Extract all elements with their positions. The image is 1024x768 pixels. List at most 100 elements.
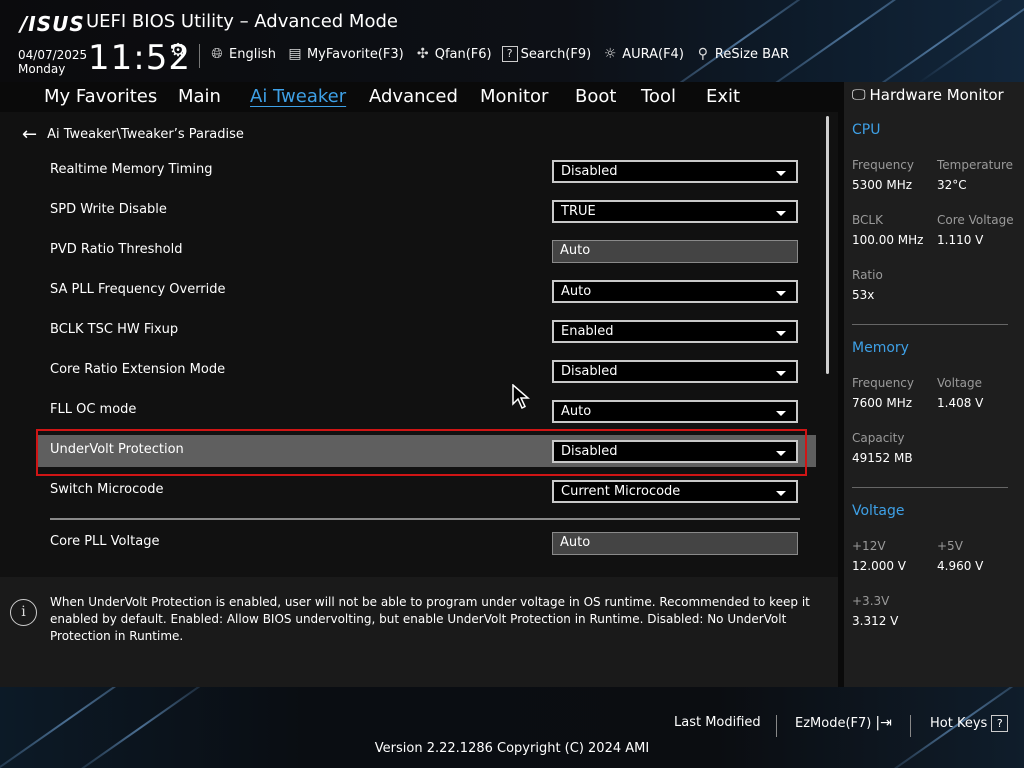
resize-bar-button[interactable]: ⚲ ReSize BAR: [694, 46, 789, 62]
tab-advanced[interactable]: Advanced: [369, 86, 458, 107]
chevron-down-icon: [776, 411, 786, 416]
cpu-temperature-label: Temperature: [937, 158, 1014, 172]
realtime-memory-timing-dropdown[interactable]: Disabled: [552, 160, 798, 183]
last-modified-button[interactable]: Last Modified: [674, 715, 761, 730]
gear-icon[interactable]: ⚙: [170, 40, 186, 61]
aura-button[interactable]: ☼ AURA(F4): [601, 46, 684, 62]
section-divider: [50, 518, 800, 520]
day-text: Monday: [18, 62, 66, 76]
core-ratio-extension-mode-dropdown[interactable]: Disabled: [552, 360, 798, 383]
aura-icon: ☼: [603, 46, 617, 62]
setting-row-spd-write-disable[interactable]: SPD Write Disable TRUE: [38, 195, 816, 227]
spd-write-disable-dropdown[interactable]: TRUE: [552, 200, 798, 223]
ratio-label: Ratio: [852, 268, 883, 282]
language-label: English: [229, 46, 276, 62]
setting-row-switch-microcode[interactable]: Switch Microcode Current Microcode: [38, 475, 816, 507]
ratio-value: 53x: [852, 288, 875, 302]
tab-exit[interactable]: Exit: [706, 86, 740, 107]
version-text: Version 2.22.1286 Copyright (C) 2024 AMI: [374, 741, 650, 756]
qfan-label: Qfan(F6): [434, 46, 492, 62]
hot-keys-label: Hot Keys: [930, 716, 988, 731]
dropdown-value: Disabled: [561, 364, 618, 379]
sa-pll-frequency-override-dropdown[interactable]: Auto: [552, 280, 798, 303]
chevron-down-icon: [776, 491, 786, 496]
last-modified-label: Last Modified: [674, 715, 761, 730]
search-label: Search(F9): [520, 46, 592, 62]
aura-label: AURA(F4): [622, 46, 684, 62]
memory-section-title: Memory: [852, 340, 909, 356]
favorite-icon: ▤: [288, 46, 302, 62]
hardware-monitor-panel: 🖵︎ Hardware Monitor CPU Frequency Temper…: [844, 82, 1024, 687]
language-button[interactable]: 🌐︎ English: [208, 46, 276, 62]
memory-frequency-value: 7600 MHz: [852, 396, 913, 410]
setting-label: Switch Microcode: [50, 482, 164, 497]
field-value: Auto: [560, 535, 591, 550]
setting-label: Core PLL Voltage: [50, 534, 160, 549]
dropdown-value: TRUE: [561, 204, 596, 219]
hot-keys-button[interactable]: Hot Keys ?: [930, 715, 1009, 732]
footer-separator: [776, 715, 777, 737]
dropdown-value: Auto: [561, 284, 592, 299]
field-value: Auto: [560, 243, 591, 258]
main-nav: My Favorites Main Ai Tweaker Advanced Mo…: [0, 82, 838, 112]
help-text: When UnderVolt Protection is enabled, us…: [50, 595, 810, 643]
resize-bar-label: ReSize BAR: [714, 46, 790, 62]
qfan-button[interactable]: ✣ Qfan(F6): [414, 46, 492, 62]
myfavorite-button[interactable]: ▤ MyFavorite(F3): [286, 46, 403, 62]
fll-oc-mode-dropdown[interactable]: Auto: [552, 400, 798, 423]
dropdown-value: Current Microcode: [561, 484, 681, 499]
setting-row-sa-pll-frequency-override[interactable]: SA PLL Frequency Override Auto: [38, 275, 816, 307]
setting-row-core-pll-voltage[interactable]: Core PLL Voltage Auto: [38, 527, 816, 559]
hardware-monitor-title: Hardware Monitor: [869, 86, 1004, 104]
core-voltage-value: 1.110 V: [937, 233, 984, 247]
tab-monitor[interactable]: Monitor: [480, 86, 548, 107]
cpu-divider: [852, 324, 1008, 325]
fan-icon: ✣: [416, 46, 429, 62]
v33-label: +3.3V: [852, 594, 890, 608]
mouse-cursor-icon: [512, 384, 530, 410]
date-text: 04/07/2025: [18, 48, 88, 62]
exit-arrow-icon: |⇥: [875, 715, 892, 731]
memory-voltage-label: Voltage: [937, 376, 983, 390]
v33-value: 3.312 V: [852, 614, 899, 628]
voltage-section-title: Voltage: [852, 503, 905, 519]
header-bar: /ISUS UEFI BIOS Utility – Advanced Mode …: [0, 0, 1024, 82]
help-icon: ?: [991, 715, 1009, 732]
settings-scrollbar[interactable]: [826, 116, 829, 374]
breadcrumb: ← Ai Tweaker\Tweaker’s Paradise: [22, 124, 244, 145]
bclk-tsc-hw-fixup-dropdown[interactable]: Enabled: [552, 320, 798, 343]
monitor-icon: 🖵︎: [852, 87, 866, 103]
bclk-value: 100.00 MHz: [852, 233, 924, 247]
setting-row-bclk-tsc-hw-fixup[interactable]: BCLK TSC HW Fixup Enabled: [38, 315, 816, 347]
info-icon: i: [10, 599, 37, 626]
memory-capacity-label: Capacity: [852, 431, 905, 445]
ezmode-button[interactable]: EzMode(F7) |⇥: [795, 715, 892, 731]
tab-main[interactable]: Main: [178, 86, 221, 107]
footer-separator: [910, 715, 911, 737]
dropdown-value: Enabled: [561, 324, 614, 339]
tab-tool[interactable]: Tool: [641, 86, 676, 107]
back-arrow-icon[interactable]: ←: [22, 124, 37, 145]
dropdown-value: Disabled: [561, 164, 618, 179]
tab-my-favorites[interactable]: My Favorites: [44, 86, 157, 107]
chevron-down-icon: [776, 291, 786, 296]
asus-logo: /ISUS: [20, 12, 85, 36]
setting-row-realtime-memory-timing[interactable]: Realtime Memory Timing Disabled: [38, 155, 816, 187]
setting-label: SA PLL Frequency Override: [50, 282, 226, 297]
setting-row-fll-oc-mode[interactable]: FLL OC mode Auto: [38, 395, 816, 427]
date-display: 04/07/2025 Monday: [18, 48, 87, 76]
tab-ai-tweaker[interactable]: Ai Tweaker: [250, 86, 346, 107]
pvd-ratio-threshold-field[interactable]: Auto: [552, 240, 798, 263]
switch-microcode-dropdown[interactable]: Current Microcode: [552, 480, 798, 503]
memory-frequency-label: Frequency: [852, 376, 914, 390]
v12-label: +12V: [852, 539, 886, 553]
setting-label: SPD Write Disable: [50, 202, 167, 217]
ezmode-label: EzMode(F7): [795, 715, 872, 731]
search-button[interactable]: ? Search(F9): [501, 46, 592, 62]
tab-boot[interactable]: Boot: [575, 86, 616, 107]
core-pll-voltage-field[interactable]: Auto: [552, 532, 798, 555]
setting-row-pvd-ratio-threshold[interactable]: PVD Ratio Threshold Auto: [38, 235, 816, 267]
setting-row-core-ratio-extension-mode[interactable]: Core Ratio Extension Mode Disabled: [38, 355, 816, 387]
chevron-down-icon: [776, 211, 786, 216]
header-toolbar: 🌐︎ English ▤ MyFavorite(F3) ✣ Qfan(F6) ?…: [208, 46, 789, 62]
